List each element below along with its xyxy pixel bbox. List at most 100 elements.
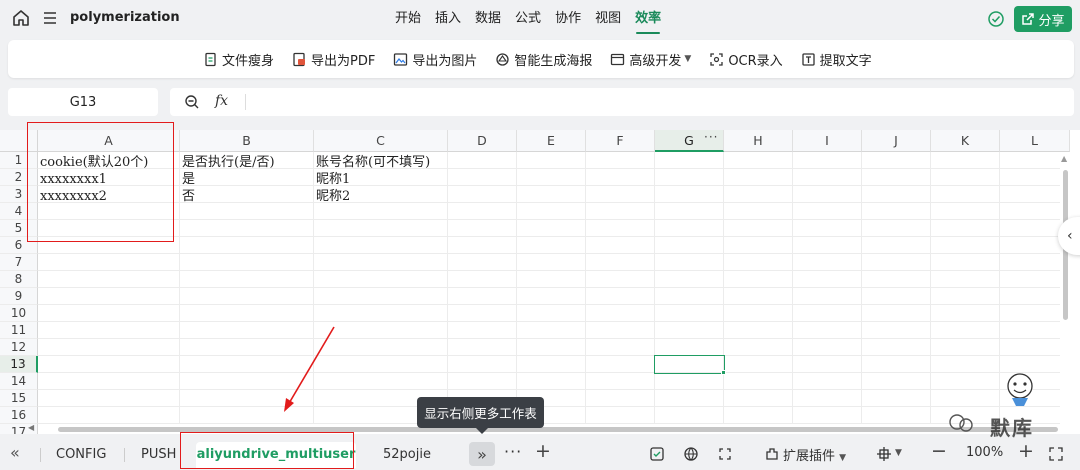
tab-formula[interactable]: 公式 <box>508 0 548 38</box>
sheet-tab-push[interactable]: PUSH <box>141 442 176 468</box>
chevron-down-icon: ▼ <box>684 54 692 64</box>
extensions-label[interactable]: 扩展插件 ▼ <box>783 445 846 464</box>
row-header-8[interactable]: 8 <box>0 271 38 288</box>
top-bar: polymerization 开始 插入 数据 公式 协作 视图 效率 分享 <box>0 0 1080 38</box>
tab-efficiency[interactable]: 效率 <box>628 0 668 38</box>
row-header-9[interactable]: 9 <box>0 288 38 305</box>
column-header-f[interactable]: F <box>586 130 655 152</box>
tab-insert[interactable]: 插入 <box>428 0 468 38</box>
column-header-k[interactable]: K <box>931 130 1000 152</box>
cloud-saved-icon[interactable] <box>987 10 1005 28</box>
cell-c2[interactable]: 昵称1 <box>314 171 350 188</box>
column-header-c[interactable]: C <box>314 130 448 152</box>
tab-start[interactable]: 开始 <box>388 0 428 38</box>
sheet-tab-52pojie[interactable]: 52pojie <box>383 442 431 468</box>
ocr-icon <box>710 52 723 66</box>
column-header-e[interactable]: E <box>517 130 586 152</box>
export-pdf-icon <box>293 52 306 66</box>
cell-b2[interactable]: 是 <box>180 171 195 188</box>
fill-handle[interactable] <box>721 370 726 375</box>
dev-icon <box>611 53 625 65</box>
protect-sheet-icon[interactable] <box>649 446 665 462</box>
fx-icon[interactable]: fx <box>215 93 228 109</box>
row-gridline <box>38 287 1060 288</box>
cell-b3[interactable]: 否 <box>180 188 195 205</box>
share-icon <box>1022 13 1035 25</box>
row-header-10[interactable]: 10 <box>0 305 38 322</box>
menu-icon[interactable] <box>42 10 58 26</box>
zoom-level[interactable]: 100% <box>966 445 1003 460</box>
column-options-icon[interactable]: ··· <box>704 130 718 144</box>
row-gridline <box>38 321 1060 322</box>
menu-tabs: 开始 插入 数据 公式 协作 视图 效率 <box>388 0 668 38</box>
file-slim-icon <box>205 52 216 66</box>
column-gridline <box>792 152 793 434</box>
row-header-7[interactable]: 7 <box>0 254 38 271</box>
document-title[interactable]: polymerization <box>70 10 180 25</box>
sheet-tab-config[interactable]: CONFIG <box>56 442 106 468</box>
add-sheet-icon[interactable]: + <box>535 440 551 462</box>
zoom-in-button[interactable]: + <box>1018 440 1034 462</box>
column-header-l[interactable]: L <box>1000 130 1070 152</box>
row-gridline <box>38 372 1060 373</box>
export-pdf-label: 导出为PDF <box>311 53 376 69</box>
chevron-down-icon: ▼ <box>839 453 847 463</box>
formula-bar[interactable]: fx <box>170 88 1074 116</box>
column-gridline <box>516 152 517 434</box>
column-header-b[interactable]: B <box>180 130 314 152</box>
sheet-separator <box>40 448 41 462</box>
sheet-bar: « CONFIG PUSH aliyundrive_multiuser 52po… <box>0 436 1080 470</box>
cell-c3[interactable]: 昵称2 <box>314 188 350 205</box>
cell-b1[interactable]: 是否执行(是/否) <box>180 154 275 171</box>
view-mode-icon[interactable] <box>876 446 892 462</box>
tab-data[interactable]: 数据 <box>468 0 508 38</box>
sheet-nav-left-icon[interactable]: « <box>10 443 20 462</box>
zoom-out-icon[interactable] <box>184 94 200 110</box>
cell-c1[interactable]: 账号名称(可不填写) <box>314 154 430 171</box>
extensions-text: 扩展插件 <box>783 449 836 464</box>
advanced-dev-dropdown[interactable]: 高级开发 ▼ <box>610 50 691 69</box>
row-header-15[interactable]: 15 <box>0 390 38 407</box>
home-icon[interactable] <box>12 9 30 27</box>
row-header-16[interactable]: 16 <box>0 407 38 424</box>
export-pdf-button[interactable]: 导出为PDF <box>292 50 375 69</box>
tab-view[interactable]: 视图 <box>588 0 628 38</box>
cell-reference-box[interactable]: G13 <box>8 88 158 116</box>
ocr-button[interactable]: OCR录入 <box>709 50 783 69</box>
active-cell-g13[interactable] <box>654 355 725 374</box>
column-header-j[interactable]: J <box>862 130 931 152</box>
fullscreen-icon[interactable] <box>1048 446 1064 462</box>
watermark-text: 默库 <box>990 416 1034 440</box>
tab-collaborate[interactable]: 协作 <box>548 0 588 38</box>
column-gridline <box>999 152 1000 434</box>
column-header-i[interactable]: I <box>793 130 862 152</box>
plugin-icon[interactable] <box>764 446 780 462</box>
globe-icon[interactable] <box>683 446 699 462</box>
column-gridline <box>723 152 724 434</box>
file-slim-button[interactable]: 文件瘦身 <box>203 50 274 69</box>
show-more-sheets-button[interactable]: » <box>469 442 495 466</box>
file-slim-label: 文件瘦身 <box>222 53 275 69</box>
row-header-12[interactable]: 12 <box>0 339 38 356</box>
column-gridline <box>930 152 931 434</box>
scroll-left-icon[interactable]: ◀ <box>28 423 34 432</box>
share-button[interactable]: 分享 <box>1014 6 1072 32</box>
row-header-14[interactable]: 14 <box>0 373 38 390</box>
column-header-d[interactable]: D <box>448 130 517 152</box>
sheet-separator <box>124 448 125 462</box>
row-header-11[interactable]: 11 <box>0 322 38 339</box>
sheet-list-more-icon[interactable]: ··· <box>504 442 522 461</box>
smart-poster-button[interactable]: 智能生成海报 <box>495 50 592 69</box>
ocr-label: OCR录入 <box>728 53 783 69</box>
chevron-down-icon[interactable]: ▼ <box>895 448 902 458</box>
export-image-label: 导出为图片 <box>412 53 478 69</box>
focus-mode-icon[interactable] <box>717 446 733 462</box>
zoom-out-button[interactable]: − <box>931 440 947 462</box>
export-image-button[interactable]: 导出为图片 <box>393 50 477 69</box>
row-header-13[interactable]: 13 <box>0 356 38 373</box>
row-gridline <box>38 219 1060 220</box>
scroll-up-icon[interactable]: ▲ <box>1061 154 1067 163</box>
extract-text-button[interactable]: 提取文字 <box>801 50 872 69</box>
column-header-h[interactable]: H <box>724 130 793 152</box>
smart-poster-label: 智能生成海报 <box>514 53 593 69</box>
